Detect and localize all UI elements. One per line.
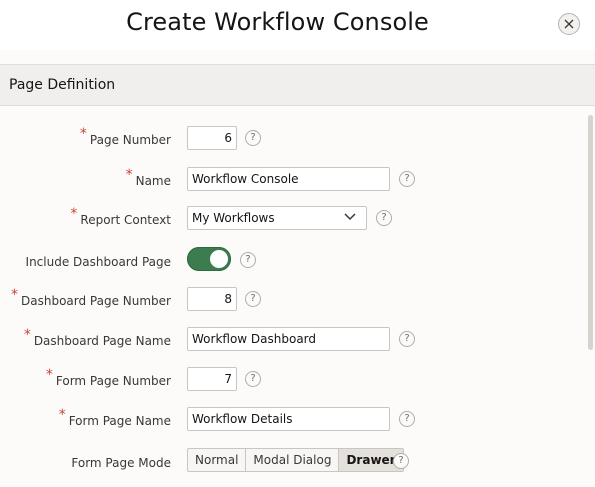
form-page-mode-label: Form Page Mode [71,456,171,470]
required-marker: * [58,407,66,423]
include-dashboard-toggle[interactable] [187,247,231,271]
page-number-field[interactable] [187,126,237,150]
section-header: Page Definition [0,64,595,106]
form-page-number-label: * Form Page Number [45,367,171,388]
section-title: Page Definition [9,77,116,93]
chevron-down-icon [344,213,356,221]
required-marker: * [45,367,53,383]
help-icon[interactable]: ? [240,252,256,268]
include-dashboard-row: Include Dashboard Page ? [0,247,595,277]
dashboard-page-name-label: * Dashboard Page Name [23,327,171,348]
form-page-mode-row: Form Page Mode Normal Modal Dialog Drawe… [0,448,595,478]
dashboard-page-name-row: *Dashboard Page Name ? [0,326,595,356]
close-icon [564,19,574,29]
dashboard-page-number-field[interactable] [187,287,237,311]
help-icon[interactable]: ? [376,210,392,226]
dashboard-page-number-label: * Dashboard Page Number [11,287,171,308]
required-marker: * [70,206,78,222]
dialog-header: Create Workflow Console [0,0,595,50]
report-context-row: * Report Context My Workflows ? [0,205,595,235]
dashboard-page-name-field[interactable] [187,327,390,351]
name-label: * Name [125,167,171,188]
form-page-name-field[interactable] [187,407,390,431]
name-row: *Name ? [0,166,595,196]
report-context-label: * Report Context [70,206,171,227]
form-page-number-field[interactable] [187,367,237,391]
toggle-knob [210,250,228,268]
form-page-mode-option-modal-dialog[interactable]: Modal Dialog [246,449,340,471]
close-button[interactable] [558,13,580,35]
required-marker: * [125,167,133,183]
page-number-label: * Page Number [79,126,171,147]
report-context-select[interactable]: My Workflows [187,206,367,230]
form-page-number-row: *Form Page Number ? [0,366,595,396]
help-icon[interactable]: ? [399,171,415,187]
dialog-title: Create Workflow Console [126,8,429,36]
required-marker: * [11,287,18,303]
form-page-name-row: *Form Page Name ? [0,406,595,436]
dashboard-page-number-row: *Dashboard Page Number ? [0,286,595,316]
form-page-mode-option-normal[interactable]: Normal [188,449,247,471]
help-icon[interactable]: ? [245,291,261,307]
help-icon[interactable]: ? [399,411,415,427]
help-icon[interactable]: ? [245,130,261,146]
form-page-mode-radio-group: Normal Modal Dialog Drawer [187,448,404,472]
name-field[interactable] [187,167,390,191]
include-dashboard-label: Include Dashboard Page [25,255,171,269]
required-marker: * [79,126,87,142]
help-icon[interactable]: ? [399,331,415,347]
help-icon[interactable]: ? [245,371,261,387]
page-number-row: *Page Number ? [0,125,595,155]
required-marker: * [23,327,31,343]
help-icon[interactable]: ? [393,453,409,469]
form-page-name-label: * Form Page Name [58,407,171,428]
